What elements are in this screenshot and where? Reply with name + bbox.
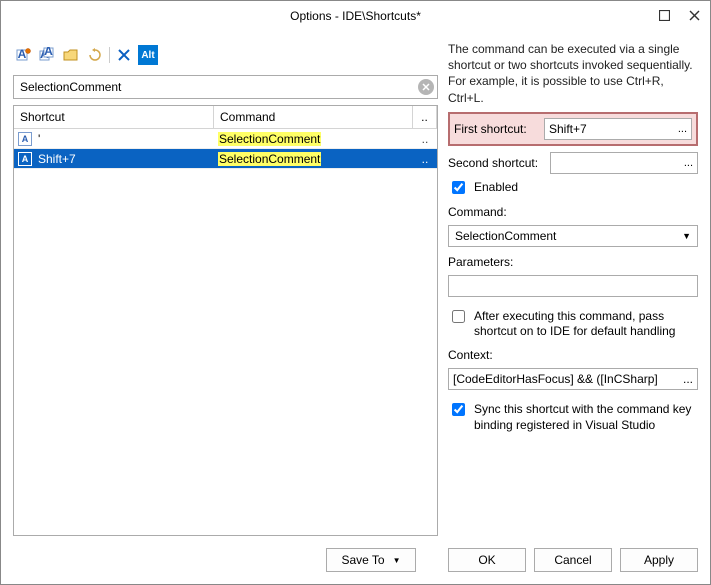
save-to-label: Save To: [341, 553, 384, 567]
second-shortcut-label: Second shortcut:: [448, 156, 544, 170]
chevron-down-icon: ▼: [682, 231, 691, 241]
enabled-checkbox[interactable]: [452, 181, 465, 194]
delete-button[interactable]: [114, 45, 134, 65]
first-shortcut-label: First shortcut:: [454, 122, 538, 136]
table-body: A ' SelectionComment.. A Shift+7 SelectionCom…: [14, 129, 437, 535]
apply-button[interactable]: Apply: [620, 548, 698, 572]
options-window: Options - IDE\Shortcuts* A AA: [0, 0, 711, 585]
open-folder-button[interactable]: [61, 45, 81, 65]
content-area: A AA Alt: [1, 31, 710, 536]
command-combo[interactable]: SelectionComment ▼: [448, 225, 698, 247]
shortcut-text: ': [38, 132, 40, 146]
alt-label: Alt: [141, 50, 154, 61]
enabled-label[interactable]: Enabled: [474, 180, 518, 196]
chevron-down-icon: ▼: [393, 556, 401, 565]
passthrough-label[interactable]: After executing this command, pass short…: [474, 309, 698, 340]
sync-row: Sync this shortcut with the command key …: [448, 402, 698, 433]
alt-mode-button[interactable]: Alt: [138, 45, 158, 65]
window-title: Options - IDE\Shortcuts*: [290, 9, 421, 23]
command-text: SelectionComment: [218, 152, 321, 166]
search-input[interactable]: [13, 75, 438, 99]
passthrough-checkbox[interactable]: [452, 310, 465, 323]
sync-label[interactable]: Sync this shortcut with the command key …: [474, 402, 698, 433]
row-more-button[interactable]: ..: [413, 132, 437, 146]
passthrough-row: After executing this command, pass short…: [448, 309, 698, 340]
table-header: Shortcut Command ..: [14, 106, 437, 129]
search-box: [13, 75, 438, 99]
svg-text:A: A: [18, 47, 27, 61]
parameters-label: Parameters:: [448, 255, 698, 269]
parameters-input[interactable]: [448, 275, 698, 297]
command-value: SelectionComment: [455, 229, 556, 243]
maximize-button[interactable]: [654, 5, 674, 25]
col-more[interactable]: ..: [413, 106, 437, 128]
first-shortcut-field[interactable]: Shift+7 ...: [544, 118, 692, 140]
reset-button[interactable]: [85, 45, 105, 65]
add-scheme-button[interactable]: A: [13, 45, 33, 65]
description-text: The command can be executed via a single…: [448, 41, 698, 106]
left-pane: A AA Alt: [13, 41, 438, 536]
first-shortcut-row: First shortcut: Shift+7 ...: [448, 112, 698, 146]
command-text: SelectionComment: [218, 132, 321, 146]
toolbar: A AA Alt: [13, 41, 438, 69]
sync-checkbox[interactable]: [452, 403, 465, 416]
save-to-button[interactable]: Save To ▼: [326, 548, 416, 572]
second-shortcut-field[interactable]: ...: [550, 152, 698, 174]
titlebar: Options - IDE\Shortcuts*: [1, 1, 710, 31]
row-more-button[interactable]: ..: [413, 152, 437, 166]
shortcut-icon: A: [18, 152, 32, 166]
right-pane: The command can be executed via a single…: [448, 41, 698, 536]
ok-button[interactable]: OK: [448, 548, 526, 572]
context-label: Context:: [448, 348, 698, 362]
clear-search-button[interactable]: [418, 79, 434, 95]
context-value: [CodeEditorHasFocus] && ([InCSharp]: [453, 372, 658, 386]
close-button[interactable]: [684, 5, 704, 25]
enabled-row: Enabled: [448, 180, 698, 197]
context-field[interactable]: [CodeEditorHasFocus] && ([InCSharp] ...: [448, 368, 698, 390]
col-shortcut[interactable]: Shortcut: [14, 106, 214, 128]
svg-text:A: A: [44, 47, 53, 58]
table-row[interactable]: A ' SelectionComment..: [14, 129, 437, 149]
first-shortcut-browse-button[interactable]: ...: [678, 123, 687, 135]
command-label: Command:: [448, 205, 698, 219]
shortcut-text: Shift+7: [38, 152, 76, 166]
toolbar-divider: [109, 47, 110, 63]
copy-scheme-button[interactable]: AA: [37, 45, 57, 65]
second-shortcut-browse-button[interactable]: ...: [684, 157, 693, 169]
shortcut-icon: A: [18, 132, 32, 146]
second-shortcut-row: Second shortcut: ...: [448, 152, 698, 174]
button-bar: Save To ▼ OK Cancel Apply: [1, 536, 710, 584]
cancel-button[interactable]: Cancel: [534, 548, 612, 572]
context-browse-button[interactable]: ...: [679, 372, 693, 386]
shortcuts-table: Shortcut Command .. A ' SelectionComment..…: [13, 105, 438, 536]
window-controls: [654, 5, 704, 25]
table-row[interactable]: A Shift+7 SelectionComment..: [14, 149, 437, 169]
first-shortcut-value: Shift+7: [549, 122, 587, 136]
col-command[interactable]: Command: [214, 106, 413, 128]
